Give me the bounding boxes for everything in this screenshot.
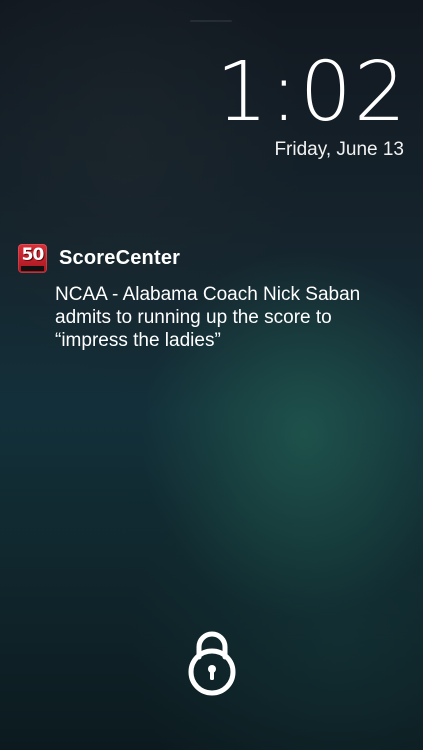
app-logo-strip (21, 265, 44, 271)
notification-header: 50 ScoreCenter (18, 243, 408, 273)
app-logo-text: 50 (21, 244, 45, 265)
notification-message: NCAA - Alabama Coach Nick Saban admits t… (55, 284, 361, 351)
lock-screen-date: Friday, June 13 (274, 139, 404, 160)
padlock-icon[interactable] (187, 627, 237, 697)
notification[interactable]: 50 ScoreCenter NCAA - Alabama Coach Nick… (18, 243, 408, 352)
top-indicator (190, 20, 232, 22)
app-logo-icon: 50 (18, 243, 47, 273)
lock-screen-time: 1:02 (215, 45, 408, 140)
notification-app-name: ScoreCenter (59, 246, 181, 269)
